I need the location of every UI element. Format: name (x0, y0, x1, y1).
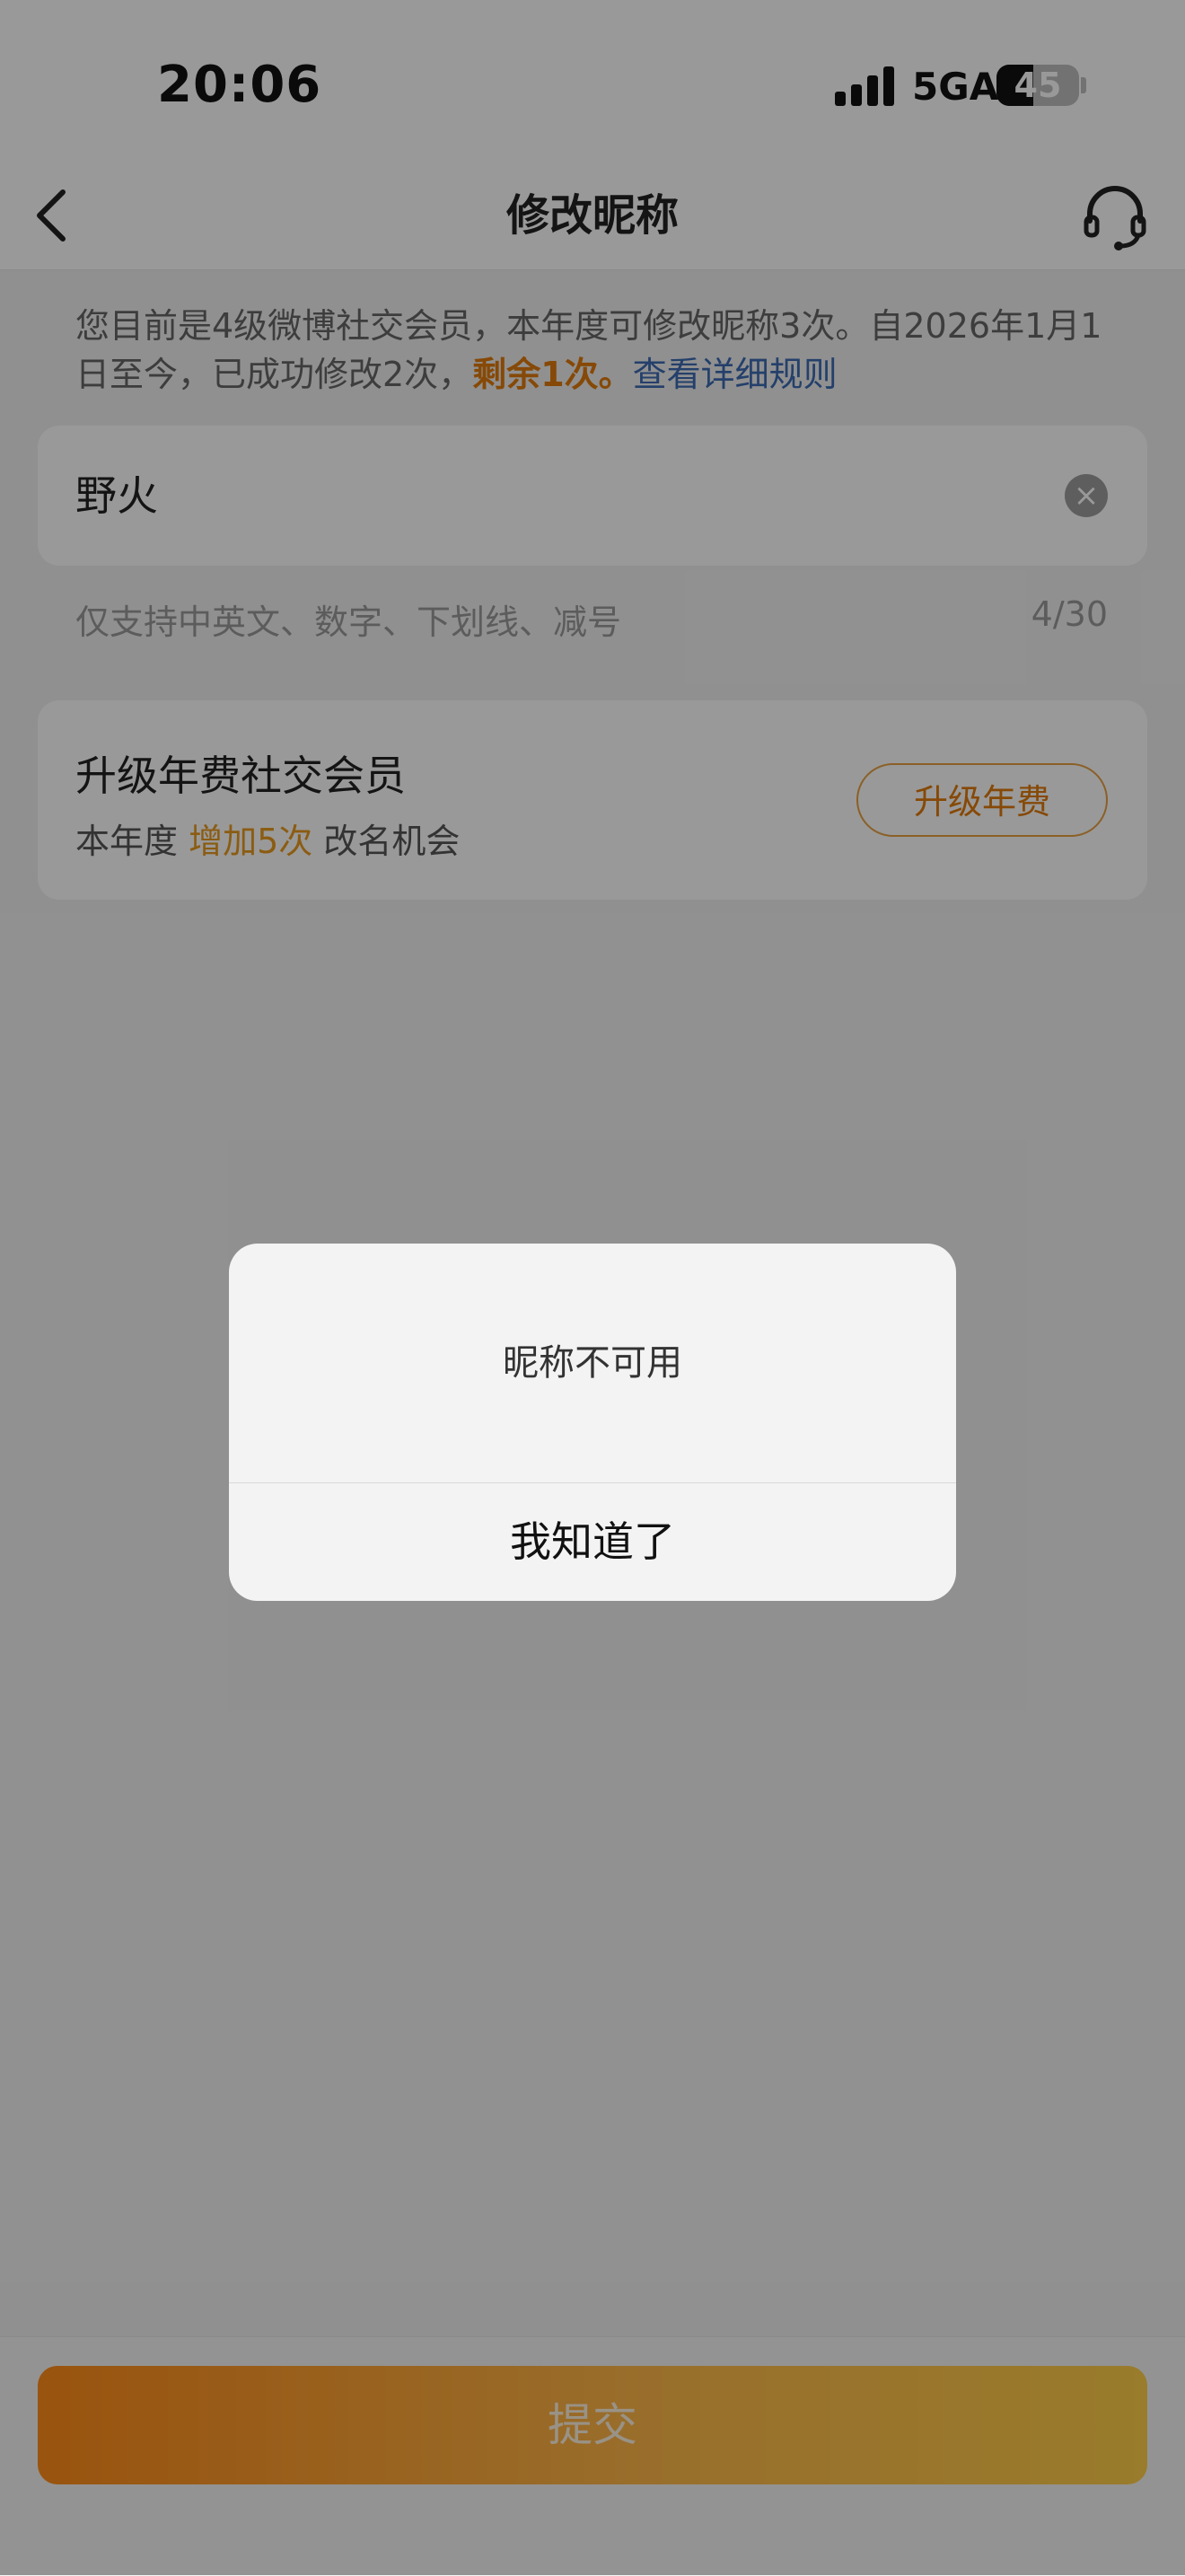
dialog-confirm-button[interactable]: 我知道了 (229, 1483, 956, 1601)
dialog-message: 昵称不可用 (503, 1342, 682, 1384)
alert-dialog: 昵称不可用 我知道了 (229, 1244, 956, 1601)
